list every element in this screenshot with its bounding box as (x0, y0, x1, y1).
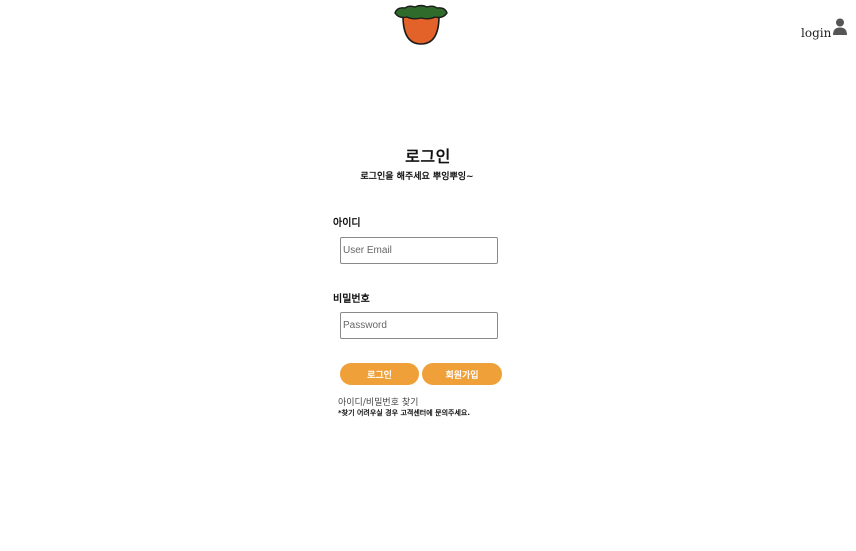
page-title: 로그인 (405, 147, 451, 166)
carrot-logo-icon[interactable] (393, 4, 449, 46)
id-label: 아이디 (333, 218, 361, 229)
find-account-link[interactable]: 아이디/비밀번호 찾기 (338, 395, 418, 408)
password-label: 비밀번호 (333, 294, 370, 305)
help-notice: *찾기 어려우실 경우 고객센터에 문의주세요. (338, 409, 470, 417)
password-input[interactable] (340, 312, 498, 339)
signup-button[interactable]: 회원가입 (422, 363, 502, 385)
login-page: login 로그인 로그인을 해주세요 뿌잉뿌잉~ 아이디 비밀번호 로그인 회… (0, 0, 856, 551)
login-link[interactable]: login (801, 26, 831, 40)
page-subtitle: 로그인을 해주세요 뿌잉뿌잉~ (360, 172, 474, 182)
login-button[interactable]: 로그인 (340, 363, 419, 385)
user-icon[interactable] (832, 18, 848, 35)
email-input[interactable] (340, 237, 498, 264)
